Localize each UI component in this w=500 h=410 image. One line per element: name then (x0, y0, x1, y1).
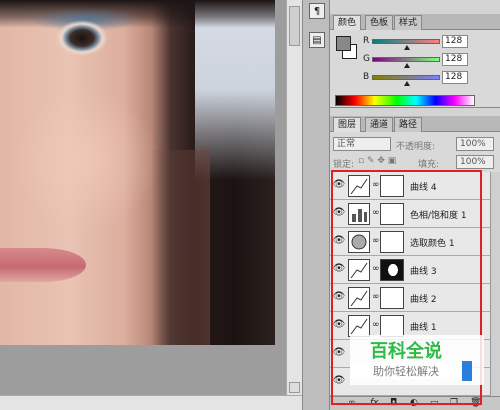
color-panel: 颜色 色板 样式 R 128 G 128 B 128 (330, 14, 500, 108)
color-panel-tabs: 颜色 色板 样式 (330, 14, 500, 30)
channel-g-value[interactable]: 128 (442, 53, 468, 66)
layers-scrollbar[interactable] (490, 172, 500, 396)
link-layers-icon[interactable]: ∞ (348, 398, 356, 408)
layer-mask-thumbnail[interactable] (380, 231, 404, 253)
layer-name: 曲线 2 (410, 295, 437, 305)
layers-panel-tabs: 图层 通道 路径 (330, 116, 500, 132)
channel-g-thumb[interactable] (404, 63, 410, 68)
chain-link-icon[interactable]: ∞ (372, 292, 380, 304)
visibility-eye-icon[interactable]: 👁 (332, 262, 346, 276)
fill-field[interactable]: 100% (456, 155, 494, 169)
canvas-vertical-scrollbar[interactable] (286, 0, 302, 395)
channel-b-label: B (363, 72, 370, 82)
visibility-eye-icon[interactable]: 👁 (332, 206, 346, 220)
layer-row-curves-2[interactable]: 👁 ∞ 曲线 2 (330, 284, 490, 312)
tab-paths[interactable]: 路径 (394, 117, 423, 132)
fill-label: 填充: (418, 160, 440, 170)
portrait-photo (0, 0, 275, 345)
layer-mask-thumbnail[interactable] (380, 287, 404, 309)
curves-adjustment-icon (348, 259, 370, 281)
watermark-accent (462, 361, 472, 381)
chain-link-icon[interactable]: ∞ (372, 208, 380, 220)
new-group-folder-icon[interactable]: ▭ (430, 398, 439, 408)
trash-icon[interactable]: 🗑 (470, 398, 481, 408)
channel-r-label: R (363, 36, 370, 46)
layer-row-selective-color-1[interactable]: 👁 ∞ 选取颜色 1 (330, 228, 490, 256)
visibility-eye-icon[interactable]: 👁 (332, 290, 346, 304)
opacity-label: 不透明度: (396, 142, 436, 152)
chain-link-icon[interactable]: ∞ (372, 236, 380, 248)
layers-bottom-toolbar: ∞ fx ◘ ◐ ▭ ❐ 🗑 (330, 396, 500, 410)
visibility-eye-icon[interactable]: 👁 (332, 346, 346, 360)
watermark-title: 百科全说 (370, 341, 442, 362)
layer-row-curves-4[interactable]: 👁 ∞ 曲线 4 (330, 172, 490, 200)
navigator-icon[interactable]: ▤ (309, 32, 325, 48)
adjustment-layer-icon[interactable]: ◐ (410, 398, 418, 408)
visibility-eye-icon[interactable]: 👁 (332, 374, 346, 388)
tab-styles[interactable]: 样式 (394, 15, 423, 30)
layer-mask-thumbnail[interactable] (380, 259, 404, 281)
layer-name: 曲线 4 (410, 183, 437, 193)
history-icon[interactable]: ¶ (309, 3, 325, 19)
layer-name: 色相/饱和度 1 (410, 211, 467, 221)
chain-link-icon[interactable]: ∞ (372, 264, 380, 276)
add-mask-icon[interactable]: ◘ (390, 398, 397, 408)
channel-r-value[interactable]: 128 (442, 35, 468, 48)
panel-dock: ¶ ▤ (302, 0, 330, 410)
watermark-subtitle: 助你轻松解决 (350, 363, 462, 379)
layer-mask-thumbnail[interactable] (380, 315, 404, 337)
fx-icon[interactable]: fx (370, 398, 379, 408)
layer-mask-thumbnail[interactable] (380, 175, 404, 197)
curves-adjustment-icon (348, 315, 370, 337)
scroll-down-arrow[interactable] (289, 382, 300, 393)
foreground-color-swatch[interactable] (336, 36, 351, 51)
visibility-eye-icon[interactable]: 👁 (332, 318, 346, 332)
tab-layers[interactable]: 图层 (333, 117, 362, 132)
tab-color[interactable]: 颜色 (333, 15, 362, 30)
lock-label: 锁定: (333, 160, 355, 170)
layer-name: 曲线 3 (410, 267, 437, 277)
selective-color-adjustment-icon (348, 231, 370, 253)
watermark-logo: 百科全说 助你轻松解决 (350, 335, 484, 385)
layer-name: 曲线 1 (410, 323, 437, 333)
new-layer-icon[interactable]: ❐ (450, 398, 458, 408)
layer-name: 选取颜色 1 (410, 239, 455, 249)
layer-mask-thumbnail[interactable] (380, 203, 404, 225)
tab-swatches[interactable]: 色板 (365, 15, 394, 30)
channel-r-thumb[interactable] (404, 45, 410, 50)
chain-link-icon[interactable]: ∞ (372, 320, 380, 332)
canvas-horizontal-scrollbar[interactable] (0, 395, 302, 410)
channel-b-thumb[interactable] (404, 81, 410, 86)
hue-saturation-adjustment-icon (348, 203, 370, 225)
layer-row-curves-3[interactable]: 👁 ∞ 曲线 3 (330, 256, 490, 284)
scrollbar-thumb[interactable] (289, 6, 300, 46)
visibility-eye-icon[interactable]: 👁 (332, 178, 346, 192)
lock-icons[interactable]: ▫ ✎ ✥ ▣ (358, 156, 396, 166)
opacity-field[interactable]: 100% (456, 137, 494, 151)
color-spectrum-bar[interactable] (335, 95, 475, 106)
document-canvas[interactable] (0, 0, 302, 410)
channel-g-label: G (363, 54, 370, 64)
channel-b-slider[interactable] (372, 75, 440, 80)
curves-adjustment-icon (348, 175, 370, 197)
channel-r-slider[interactable] (372, 39, 440, 44)
chain-link-icon[interactable]: ∞ (372, 180, 380, 192)
channel-b-value[interactable]: 128 (442, 71, 468, 84)
channel-g-slider[interactable] (372, 57, 440, 62)
layer-row-hue-saturation-1[interactable]: 👁 ∞ 色相/饱和度 1 (330, 200, 490, 228)
blend-mode-select[interactable]: 正常 (333, 137, 391, 151)
curves-adjustment-icon (348, 287, 370, 309)
visibility-eye-icon[interactable]: 👁 (332, 234, 346, 248)
tab-channels[interactable]: 通道 (365, 117, 394, 132)
